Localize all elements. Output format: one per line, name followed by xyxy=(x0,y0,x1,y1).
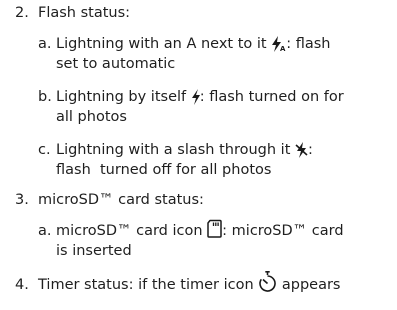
item-number: 2. xyxy=(15,5,29,21)
sub-item-letter: a. xyxy=(38,223,52,239)
sd-card-line: microSD™ card icon : microSD™ card xyxy=(56,219,344,241)
timer-status-line: Timer status: if the timer icon appears xyxy=(38,271,341,295)
sd-card-line2: is inserted xyxy=(56,243,132,259)
flash-on-icon xyxy=(191,89,200,105)
sd-card-desc: : microSD™ card xyxy=(222,223,344,239)
timer-status-text: Timer status: if the timer icon xyxy=(38,277,254,293)
sd-card-text: microSD™ card icon xyxy=(56,223,203,239)
flash-auto-desc: : flash xyxy=(286,36,331,52)
sd-status-heading: microSD™ card status: xyxy=(38,192,204,208)
flash-on-desc: : flash turned on for xyxy=(199,89,344,105)
sub-item-letter: c. xyxy=(38,142,51,158)
flash-off-icon xyxy=(295,142,308,158)
sub-item-letter: a. xyxy=(38,36,52,52)
item-number: 4. xyxy=(15,277,29,293)
flash-on-text: Lightning by itself xyxy=(56,89,187,105)
item-number: 3. xyxy=(15,192,29,208)
flash-status-heading: Flash status: xyxy=(38,5,131,21)
timer-status-text-end: appears xyxy=(281,277,341,293)
flash-auto-icon: A xyxy=(271,36,286,52)
flash-off-desc: : xyxy=(308,142,313,158)
flash-auto-line2: set to automatic xyxy=(56,56,176,72)
flash-auto-line: Lightning with an A next to it A: flash xyxy=(56,34,330,54)
flash-off-text: Lightning with a slash through it xyxy=(56,142,291,158)
flash-off-line: Lightning with a slash through it : xyxy=(56,140,313,160)
timer-icon xyxy=(258,271,277,293)
sub-item-letter: b. xyxy=(38,89,52,105)
flash-auto-text: Lightning with an A next to it xyxy=(56,36,267,52)
flash-off-line2: flash turned off for all photos xyxy=(56,162,272,178)
flash-on-line: Lightning by itself : flash turned on fo… xyxy=(56,87,344,107)
flash-on-line2: all photos xyxy=(56,109,127,125)
sd-card-icon xyxy=(207,219,222,238)
